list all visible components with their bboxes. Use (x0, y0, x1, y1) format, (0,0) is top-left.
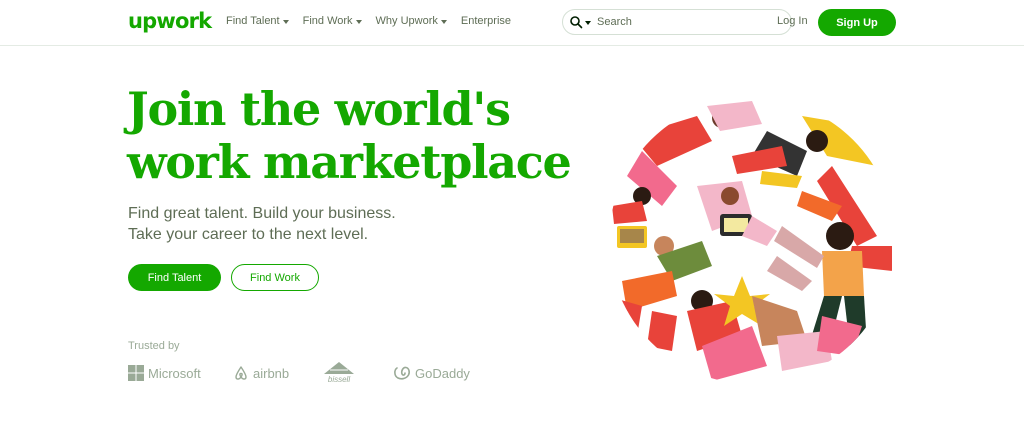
hero-subhead-line1: Find great talent. Build your business. (128, 205, 396, 222)
hero-subhead-line2: Take your career to the next level. (128, 226, 369, 243)
bissell-wordmark: bissell (327, 375, 351, 384)
nav-enterprise[interactable]: Enterprise (461, 15, 511, 27)
trusted-by-label: Trusted by (128, 340, 180, 352)
microsoft-logo: Microsoft (128, 365, 201, 381)
airbnb-wordmark: airbnb (253, 365, 290, 381)
find-work-button[interactable]: Find Work (231, 264, 319, 291)
bissell-triangle-icon (324, 362, 354, 374)
caret-down-icon (282, 19, 289, 24)
airbnb-belo-icon (235, 366, 247, 380)
nav-why-upwork-label: Why Upwork (375, 15, 438, 27)
nav-find-work[interactable]: Find Work (303, 15, 362, 27)
search-input[interactable] (597, 16, 777, 28)
nav-find-work-label: Find Work (302, 15, 353, 27)
nav-why-upwork[interactable]: Why Upwork (376, 15, 447, 27)
hero-headline: Join the world's work marketplace (127, 83, 597, 189)
hero-subhead: Find great talent. Build your business. … (128, 203, 396, 245)
hero-illustration (609, 98, 895, 384)
main-nav: Find Talent Find Work Why Upwork Enterpr… (226, 15, 511, 27)
search-type-caret-icon[interactable] (585, 20, 591, 25)
caret-down-icon (355, 19, 362, 24)
caret-down-icon (440, 19, 447, 24)
airbnb-logo: airbnb (233, 365, 289, 381)
hero-headline-line2: work marketplace (127, 135, 572, 189)
find-talent-button[interactable]: Find Talent (128, 264, 221, 291)
top-header: upwork Find Talent Find Work Why Upwork … (0, 0, 1024, 46)
signup-button[interactable]: Sign Up (818, 9, 896, 36)
godaddy-logo: GoDaddy (393, 365, 470, 381)
search-bar[interactable] (562, 9, 792, 35)
godaddy-wordmark: GoDaddy (415, 365, 470, 381)
search-icon[interactable] (569, 15, 583, 29)
godaddy-icon (394, 366, 410, 380)
bissell-logo: bissell (321, 361, 357, 384)
nav-enterprise-label: Enterprise (460, 15, 512, 27)
upwork-logo[interactable]: upwork (128, 9, 212, 33)
microsoft-wordmark: Microsoft (148, 365, 201, 381)
nav-find-talent-label: Find Talent (226, 15, 280, 27)
login-link[interactable]: Log In (777, 15, 808, 27)
microsoft-squares-icon (128, 365, 144, 381)
hero-headline-line1: Join the world's (127, 82, 511, 136)
nav-find-talent[interactable]: Find Talent (226, 15, 289, 27)
